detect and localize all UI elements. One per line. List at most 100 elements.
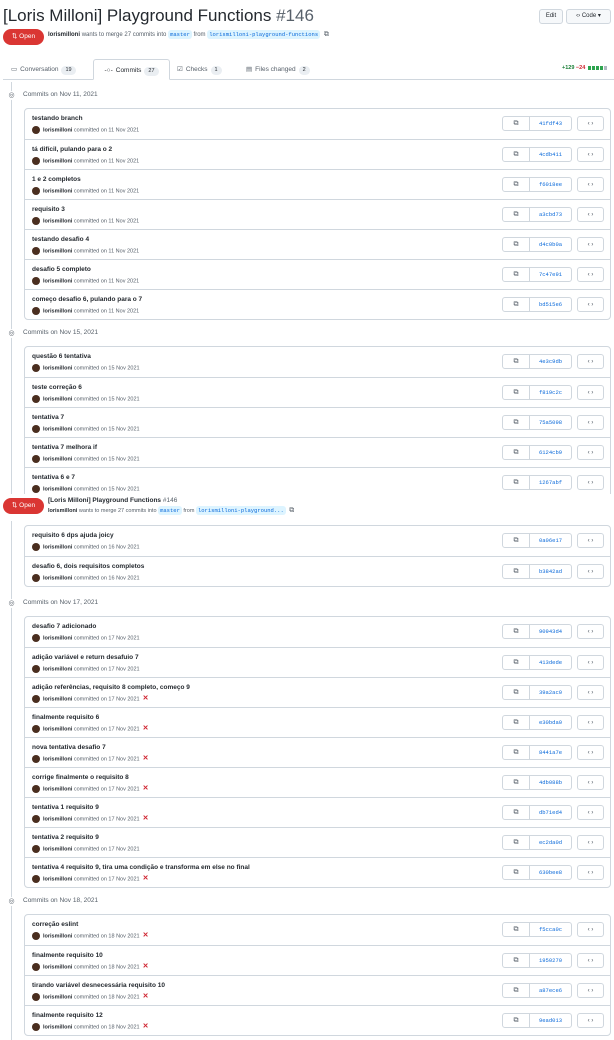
avatar[interactable]	[32, 455, 40, 463]
x-icon[interactable]: ✕	[143, 815, 149, 822]
commit-author-link[interactable]: lorismilloni	[43, 696, 72, 702]
avatar[interactable]	[32, 187, 40, 195]
copy-icon[interactable]: ⧉	[503, 776, 530, 789]
x-icon[interactable]: ✕	[143, 725, 149, 732]
code-icon[interactable]: ‹›	[577, 715, 604, 730]
avatar[interactable]	[32, 126, 40, 134]
commit-message-link[interactable]: requisito 6 dps ajuda joicy	[32, 532, 114, 539]
commit-message-link[interactable]: tá difícil, pulando para o 2	[32, 146, 112, 153]
commit-sha-link[interactable]: 90943d4	[530, 625, 571, 638]
tab-files-changed[interactable]: ▤ Files changed 2	[246, 59, 326, 80]
commit-author-link[interactable]: lorismilloni	[43, 248, 72, 254]
commit-sha-link[interactable]: ec2da0d	[530, 836, 571, 849]
copy-icon[interactable]: ⧉	[503, 1014, 530, 1027]
commit-message-link[interactable]: tirando variável desnecessária requisito…	[32, 982, 165, 989]
commit-author-link[interactable]: lorismilloni	[43, 846, 72, 852]
copy-icon[interactable]: ⧉	[503, 117, 530, 130]
commit-sha-link[interactable]: 4cdb411	[530, 148, 571, 161]
commit-author-link[interactable]: lorismilloni	[43, 127, 72, 133]
copy-icon[interactable]: ⧉	[324, 31, 329, 39]
code-icon[interactable]: ‹›	[577, 116, 604, 131]
commit-author-link[interactable]: lorismilloni	[43, 786, 72, 792]
code-button[interactable]: ‹› Code ▾	[566, 9, 611, 24]
commit-author-link[interactable]: lorismilloni	[43, 396, 72, 402]
commit-sha-link[interactable]: 4e3c9db	[530, 355, 571, 368]
code-icon[interactable]: ‹›	[577, 415, 604, 430]
code-icon[interactable]: ‹›	[577, 983, 604, 998]
commit-sha-link[interactable]: db71ed4	[530, 806, 571, 819]
commit-sha-link[interactable]: 9ead013	[530, 1014, 571, 1027]
code-icon[interactable]: ‹›	[577, 922, 604, 937]
commit-sha-link[interactable]: d4c0b0a	[530, 238, 571, 251]
copy-icon[interactable]: ⧉	[503, 298, 530, 311]
commit-sha-link[interactable]: a3cbd73	[530, 208, 571, 221]
commit-message-link[interactable]: adição referências, requisito 8 completo…	[32, 684, 190, 691]
commit-author-link[interactable]: lorismilloni	[43, 486, 72, 492]
pr-author-link[interactable]: lorismilloni	[48, 32, 80, 38]
commit-author-link[interactable]: lorismilloni	[43, 188, 72, 194]
copy-icon[interactable]: ⧉	[503, 746, 530, 759]
commit-sha-link[interactable]: 6124cb9	[530, 446, 571, 459]
copy-icon[interactable]: ⧉	[503, 238, 530, 251]
code-icon[interactable]: ‹›	[577, 147, 604, 162]
x-icon[interactable]: ✕	[143, 963, 149, 970]
commit-author-link[interactable]: lorismilloni	[43, 365, 72, 371]
code-icon[interactable]: ‹›	[577, 267, 604, 282]
copy-icon[interactable]: ⧉	[503, 625, 530, 638]
avatar[interactable]	[32, 543, 40, 551]
commit-sha-link[interactable]: 630bee8	[530, 866, 571, 879]
commit-sha-link[interactable]: 8441a7e	[530, 746, 571, 759]
avatar[interactable]	[32, 665, 40, 673]
commit-author-link[interactable]: lorismilloni	[43, 426, 72, 432]
edit-button[interactable]: Edit	[539, 9, 563, 24]
commit-author-link[interactable]: lorismilloni	[43, 816, 72, 822]
avatar[interactable]	[32, 725, 40, 733]
commit-author-link[interactable]: lorismilloni	[43, 1024, 72, 1030]
copy-icon[interactable]: ⧉	[503, 446, 530, 459]
commit-author-link[interactable]: lorismilloni	[43, 964, 72, 970]
avatar[interactable]	[32, 395, 40, 403]
commit-message-link[interactable]: tentativa 6 e 7	[32, 474, 75, 481]
commit-author-link[interactable]: lorismilloni	[43, 756, 72, 762]
code-icon[interactable]: ‹›	[577, 1013, 604, 1028]
sticky-author-link[interactable]: lorismilloni	[48, 508, 77, 514]
code-icon[interactable]: ‹›	[577, 745, 604, 760]
commit-message-link[interactable]: tentativa 2 requisito 9	[32, 834, 99, 841]
copy-icon[interactable]: ⧉	[503, 984, 530, 997]
avatar[interactable]	[32, 247, 40, 255]
commit-author-link[interactable]: lorismilloni	[43, 575, 72, 581]
code-icon[interactable]: ‹›	[577, 207, 604, 222]
copy-icon[interactable]: ⧉	[503, 806, 530, 819]
code-icon[interactable]: ‹›	[577, 835, 604, 850]
code-icon[interactable]: ‹›	[577, 354, 604, 369]
copy-icon[interactable]: ⧉	[503, 866, 530, 879]
commit-message-link[interactable]: questão 6 tentativa	[32, 353, 91, 360]
commit-message-link[interactable]: desafio 7 adicionado	[32, 623, 96, 630]
head-branch[interactable]: lorismilloni-playground-functions	[207, 30, 321, 39]
commit-sha-link[interactable]: b3842ad	[530, 565, 571, 578]
code-icon[interactable]: ‹›	[577, 655, 604, 670]
avatar[interactable]	[32, 157, 40, 165]
commit-sha-link[interactable]: 75a5098	[530, 416, 571, 429]
commit-message-link[interactable]: começo desafio 6, pulando para o 7	[32, 296, 142, 303]
commit-author-link[interactable]: lorismilloni	[43, 666, 72, 672]
commit-message-link[interactable]: correção eslint	[32, 921, 78, 928]
commit-sha-link[interactable]: 39a2ac0	[530, 686, 571, 699]
copy-icon[interactable]: ⧉	[289, 507, 294, 515]
code-icon[interactable]: ‹›	[577, 475, 604, 490]
sticky-head-branch[interactable]: lorismilloni-playground...	[195, 506, 286, 515]
copy-icon[interactable]: ⧉	[503, 148, 530, 161]
commit-sha-link[interactable]: 1950270	[530, 954, 571, 967]
commit-message-link[interactable]: tentativa 4 requisito 9, tira uma condiç…	[32, 864, 250, 871]
code-icon[interactable]: ‹›	[577, 953, 604, 968]
copy-icon[interactable]: ⧉	[503, 355, 530, 368]
copy-icon[interactable]: ⧉	[503, 534, 530, 547]
commit-author-link[interactable]: lorismilloni	[43, 933, 72, 939]
commit-message-link[interactable]: testando desafio 4	[32, 236, 89, 243]
commit-message-link[interactable]: finalmente requisito 12	[32, 1012, 103, 1019]
commit-sha-link[interactable]: 4db088b	[530, 776, 571, 789]
copy-icon[interactable]: ⧉	[503, 178, 530, 191]
commit-sha-link[interactable]: 41fdf43	[530, 117, 571, 130]
commit-message-link[interactable]: testando branch	[32, 115, 83, 122]
avatar[interactable]	[32, 695, 40, 703]
